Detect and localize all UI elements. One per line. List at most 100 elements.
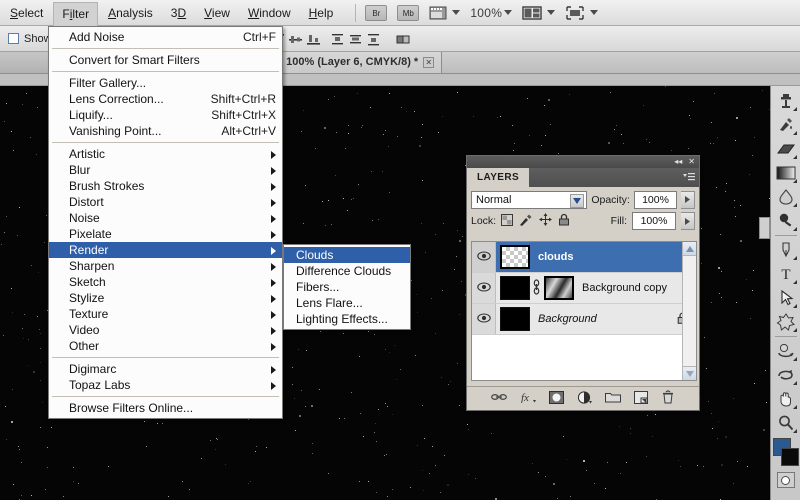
layer-name[interactable]: clouds (538, 251, 573, 263)
align-bottom-edges-icon[interactable] (306, 32, 321, 47)
chevron-down-icon[interactable] (570, 193, 585, 208)
menu-item-filter-gallery[interactable]: Filter Gallery... (49, 75, 282, 91)
menu-item-vanishing-point[interactable]: Vanishing Point... Alt+Ctrl+V (49, 123, 282, 139)
menu-select[interactable]: SSelectelect (2, 3, 51, 23)
layer-list[interactable]: clouds Background copy Background (471, 241, 697, 381)
render-submenu[interactable]: Clouds Difference Clouds Fibers... Lens Fla… (283, 244, 411, 330)
lock-image-pixels-icon[interactable] (519, 214, 533, 229)
opacity-stepper[interactable] (681, 190, 695, 209)
distribute-bottom-icon[interactable] (366, 32, 381, 47)
fill-input[interactable]: 100% (632, 212, 676, 230)
layer-visibility-toggle[interactable] (472, 242, 496, 272)
layers-panel[interactable]: ◂◂ ✕ LAYERS Normal Opacity: 100% Lock: F… (466, 155, 700, 411)
align-distribute-group[interactable] (270, 26, 470, 52)
scroll-down-icon[interactable] (683, 366, 696, 380)
add-layer-style-icon[interactable]: fx (520, 391, 536, 406)
view-extras-icon[interactable] (429, 5, 447, 21)
menu-item-topaz-labs[interactable]: Topaz Labs (49, 377, 282, 393)
menu-item-artistic[interactable]: Artistic (49, 146, 282, 162)
menu-item-brush-strokes[interactable]: Brush Strokes (49, 178, 282, 194)
menu-help[interactable]: Help (301, 3, 342, 23)
quick-mask-icon[interactable] (776, 472, 795, 488)
layers-panel-footer[interactable]: fx (467, 386, 699, 410)
menu-item-sharpen[interactable]: Sharpen (49, 258, 282, 274)
dodge-tool-icon[interactable] (773, 209, 799, 233)
opacity-input[interactable]: 100% (633, 190, 678, 209)
menu-item-pixelate[interactable]: Pixelate (49, 226, 282, 242)
new-layer-icon[interactable] (634, 390, 648, 407)
eraser-icon[interactable] (773, 137, 799, 161)
blend-mode-select[interactable]: Normal (471, 190, 588, 209)
tools-panel[interactable]: T (770, 86, 800, 500)
color-swatches[interactable] (772, 438, 800, 468)
menu-item-sketch[interactable]: Sketch (49, 274, 282, 290)
layer-visibility-toggle[interactable] (472, 304, 496, 334)
menu-item-liquify[interactable]: Liquify... Shift+Ctrl+X (49, 107, 282, 123)
link-layers-icon[interactable] (491, 392, 507, 405)
menu-item-blur[interactable]: Blur (49, 162, 282, 178)
menu-item-convert-for-smart-filters[interactable]: Convert for Smart Filters (49, 52, 282, 68)
custom-shape-icon[interactable] (773, 310, 799, 334)
launch-mini-bridge-button[interactable]: Mb (397, 4, 420, 21)
lock-all-icon[interactable] (558, 213, 570, 229)
layer-visibility-toggle[interactable] (472, 273, 496, 303)
fill-stepper[interactable] (681, 212, 695, 230)
submenu-item-lighting-effects[interactable]: Lighting Effects... (284, 311, 410, 327)
panel-tab-row[interactable]: LAYERS (467, 168, 699, 187)
history-brush-icon[interactable] (773, 113, 799, 137)
distribute-center-icon[interactable] (348, 32, 363, 47)
layer-mask-thumbnail[interactable] (544, 276, 574, 300)
scroll-up-icon[interactable] (683, 242, 696, 256)
chevron-down-icon[interactable] (590, 10, 599, 15)
zoom-level-value[interactable]: 100% (470, 6, 502, 20)
submenu-item-lens-flare[interactable]: Lens Flare... (284, 295, 410, 311)
gradient-icon[interactable] (773, 161, 799, 185)
panel-collapse-bar[interactable]: ◂◂ ✕ (467, 156, 699, 168)
table-row[interactable]: clouds (472, 242, 696, 273)
mask-link-icon[interactable] (532, 278, 542, 298)
zoom-tool-icon[interactable] (773, 411, 799, 435)
menu-item-lens-correction[interactable]: Lens Correction... Shift+Ctrl+R (49, 91, 282, 107)
clone-stamp-icon[interactable] (773, 89, 799, 113)
3d-orbit-icon[interactable] (773, 363, 799, 387)
menu-3d[interactable]: 3D (163, 3, 194, 23)
lock-transparent-pixels-icon[interactable] (501, 213, 514, 229)
distribute-top-icon[interactable] (330, 32, 345, 47)
layer-name[interactable]: Background (538, 313, 597, 325)
menu-item-render[interactable]: Render (49, 242, 282, 258)
chevron-down-icon[interactable] (504, 10, 513, 15)
delete-layer-icon[interactable] (661, 390, 675, 407)
menu-bar[interactable]: SSelectelect Filter Analysis 3D View Win… (0, 0, 800, 26)
menu-item-add-noise[interactable]: Add Noise Ctrl+F (49, 29, 282, 45)
filter-menu-dropdown[interactable]: Add Noise Ctrl+F Convert for Smart Filters… (48, 26, 283, 419)
menu-analysis[interactable]: Analysis (100, 3, 161, 23)
add-layer-mask-icon[interactable] (549, 390, 564, 407)
canvas-vertical-scrollbar[interactable] (759, 217, 770, 239)
menu-item-distort[interactable]: Distort (49, 194, 282, 210)
menu-item-browse-filters-online[interactable]: Browse Filters Online... (49, 400, 282, 416)
hand-tool-icon[interactable] (773, 387, 799, 411)
screen-mode-icon[interactable] (565, 5, 585, 21)
menu-item-noise[interactable]: Noise (49, 210, 282, 226)
menu-item-texture[interactable]: Texture (49, 306, 282, 322)
tab-layers[interactable]: LAYERS (467, 168, 530, 187)
submenu-item-clouds[interactable]: Clouds (284, 247, 410, 263)
table-row[interactable]: Background copy (472, 273, 696, 304)
layer-thumbnail[interactable] (500, 307, 530, 331)
chevron-down-icon[interactable] (452, 10, 461, 15)
pen-tool-icon[interactable] (773, 238, 799, 262)
chevron-down-icon[interactable] (547, 10, 556, 15)
lock-position-icon[interactable] (539, 213, 553, 229)
menu-item-other[interactable]: Other (49, 338, 282, 354)
path-selection-icon[interactable] (773, 286, 799, 310)
submenu-item-fibers[interactable]: Fibers... (284, 279, 410, 295)
menu-view[interactable]: View (196, 3, 238, 23)
3d-rotate-icon[interactable] (773, 339, 799, 363)
layer-list-scrollbar[interactable] (682, 242, 696, 380)
menu-window[interactable]: Window (240, 3, 299, 23)
menu-item-stylize[interactable]: Stylize (49, 290, 282, 306)
show-transform-controls-checkbox[interactable] (8, 33, 19, 44)
blur-tool-icon[interactable] (773, 185, 799, 209)
close-icon[interactable]: ✕ (688, 158, 695, 166)
panel-menu-icon[interactable] (683, 172, 695, 183)
